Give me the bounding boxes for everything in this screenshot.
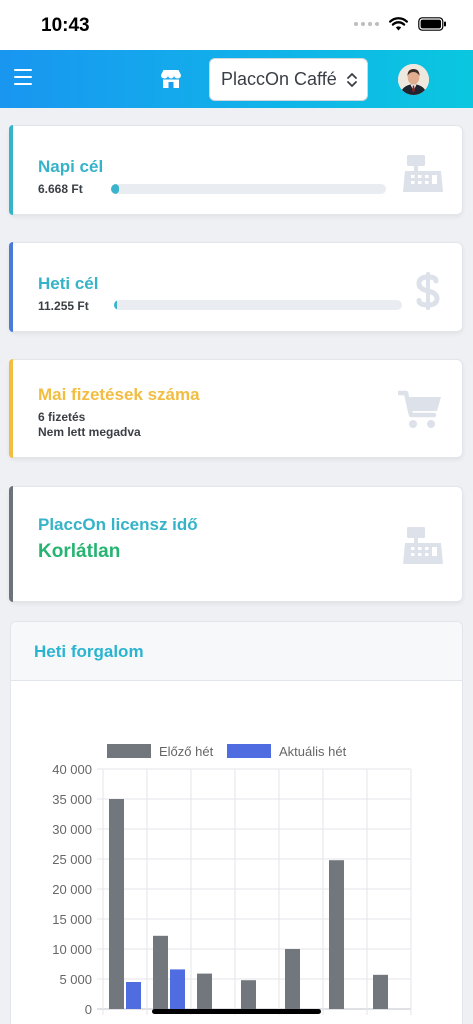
y-tick-label: 10 000 [52, 942, 92, 957]
status-time: 10:43 [41, 15, 90, 36]
y-tick-label: 0 [85, 1002, 92, 1017]
bar [153, 935, 168, 1009]
license-value: Korlátlan [38, 541, 121, 562]
payments-title: Mai fizetések száma [38, 385, 200, 404]
daily-goal-card[interactable]: Napi cél 6.668 Ft [9, 125, 463, 215]
bar [329, 860, 344, 1009]
legend-label: Előző hét [159, 744, 214, 759]
user-avatar[interactable] [398, 64, 429, 95]
legend-swatch [227, 744, 271, 758]
battery-icon [418, 17, 446, 31]
home-indicator [152, 1009, 321, 1014]
weekly-revenue-chart: 40 000 35 000 30 000 25 000 20 000 15 000 10 0… [52, 744, 412, 1017]
card-accent [9, 242, 13, 332]
bar [170, 969, 185, 1009]
y-tick-label: 15 000 [52, 912, 92, 927]
weekly-goal-card[interactable]: Heti cél 11.255 Ft [9, 242, 463, 332]
menu-button[interactable] [14, 69, 32, 87]
shopping-cart-icon [398, 390, 441, 428]
legend-label: Aktuális hét [279, 744, 347, 759]
weekly-revenue-card: Heti forgalom 40 000 35 000 30 000 25 000 20… [10, 621, 463, 1024]
payments-count: 6 fizetés [38, 410, 86, 424]
license-title: PlaccOn licensz idő [38, 515, 198, 534]
daily-goal-title: Napi cél [38, 157, 104, 176]
chevron-up-down-icon [347, 73, 357, 87]
dollar-icon [416, 272, 440, 310]
legend-swatch [107, 744, 151, 758]
bar [285, 949, 300, 1009]
bar [373, 974, 388, 1009]
avatar-image [398, 64, 429, 95]
bar [241, 980, 256, 1009]
daily-goal-progress-fill [111, 184, 120, 194]
status-bar: 10:43 [0, 0, 473, 50]
cellular-signal-icon [354, 22, 379, 26]
y-tick-label: 20 000 [52, 882, 92, 897]
weekly-goal-amount: 11.255 Ft [38, 299, 89, 313]
y-tick-label: 25 000 [52, 852, 92, 867]
store-icon [161, 70, 181, 88]
weekly-goal-progress-fill [114, 300, 117, 310]
card-accent [9, 125, 13, 215]
bar [109, 799, 124, 1009]
store-selector[interactable]: PlaccOn Caffé [209, 58, 368, 101]
store-selector-label: PlaccOn Caffé [221, 69, 337, 89]
daily-goal-progress [111, 184, 386, 194]
y-tick-label: 5 000 [59, 972, 92, 987]
y-tick-label: 35 000 [52, 792, 92, 807]
cash-register-icon [403, 527, 443, 564]
wifi-icon [389, 17, 408, 31]
y-tick-label: 30 000 [52, 822, 92, 837]
payments-note: Nem lett megadva [38, 425, 141, 439]
weekly-goal-progress [114, 300, 402, 310]
license-card[interactable]: PlaccOn licensz idő Korlátlan [9, 486, 463, 602]
payments-card[interactable]: Mai fizetések száma 6 fizetés Nem lett m… [9, 359, 463, 458]
card-accent [9, 486, 13, 602]
status-icons [354, 17, 447, 31]
card-accent [9, 359, 13, 458]
daily-goal-amount: 6.668 Ft [38, 182, 83, 196]
bar [126, 982, 141, 1009]
cash-register-icon [403, 155, 443, 192]
weekly-goal-title: Heti cél [38, 274, 99, 293]
y-tick-label: 40 000 [52, 762, 92, 777]
bar [197, 973, 212, 1009]
